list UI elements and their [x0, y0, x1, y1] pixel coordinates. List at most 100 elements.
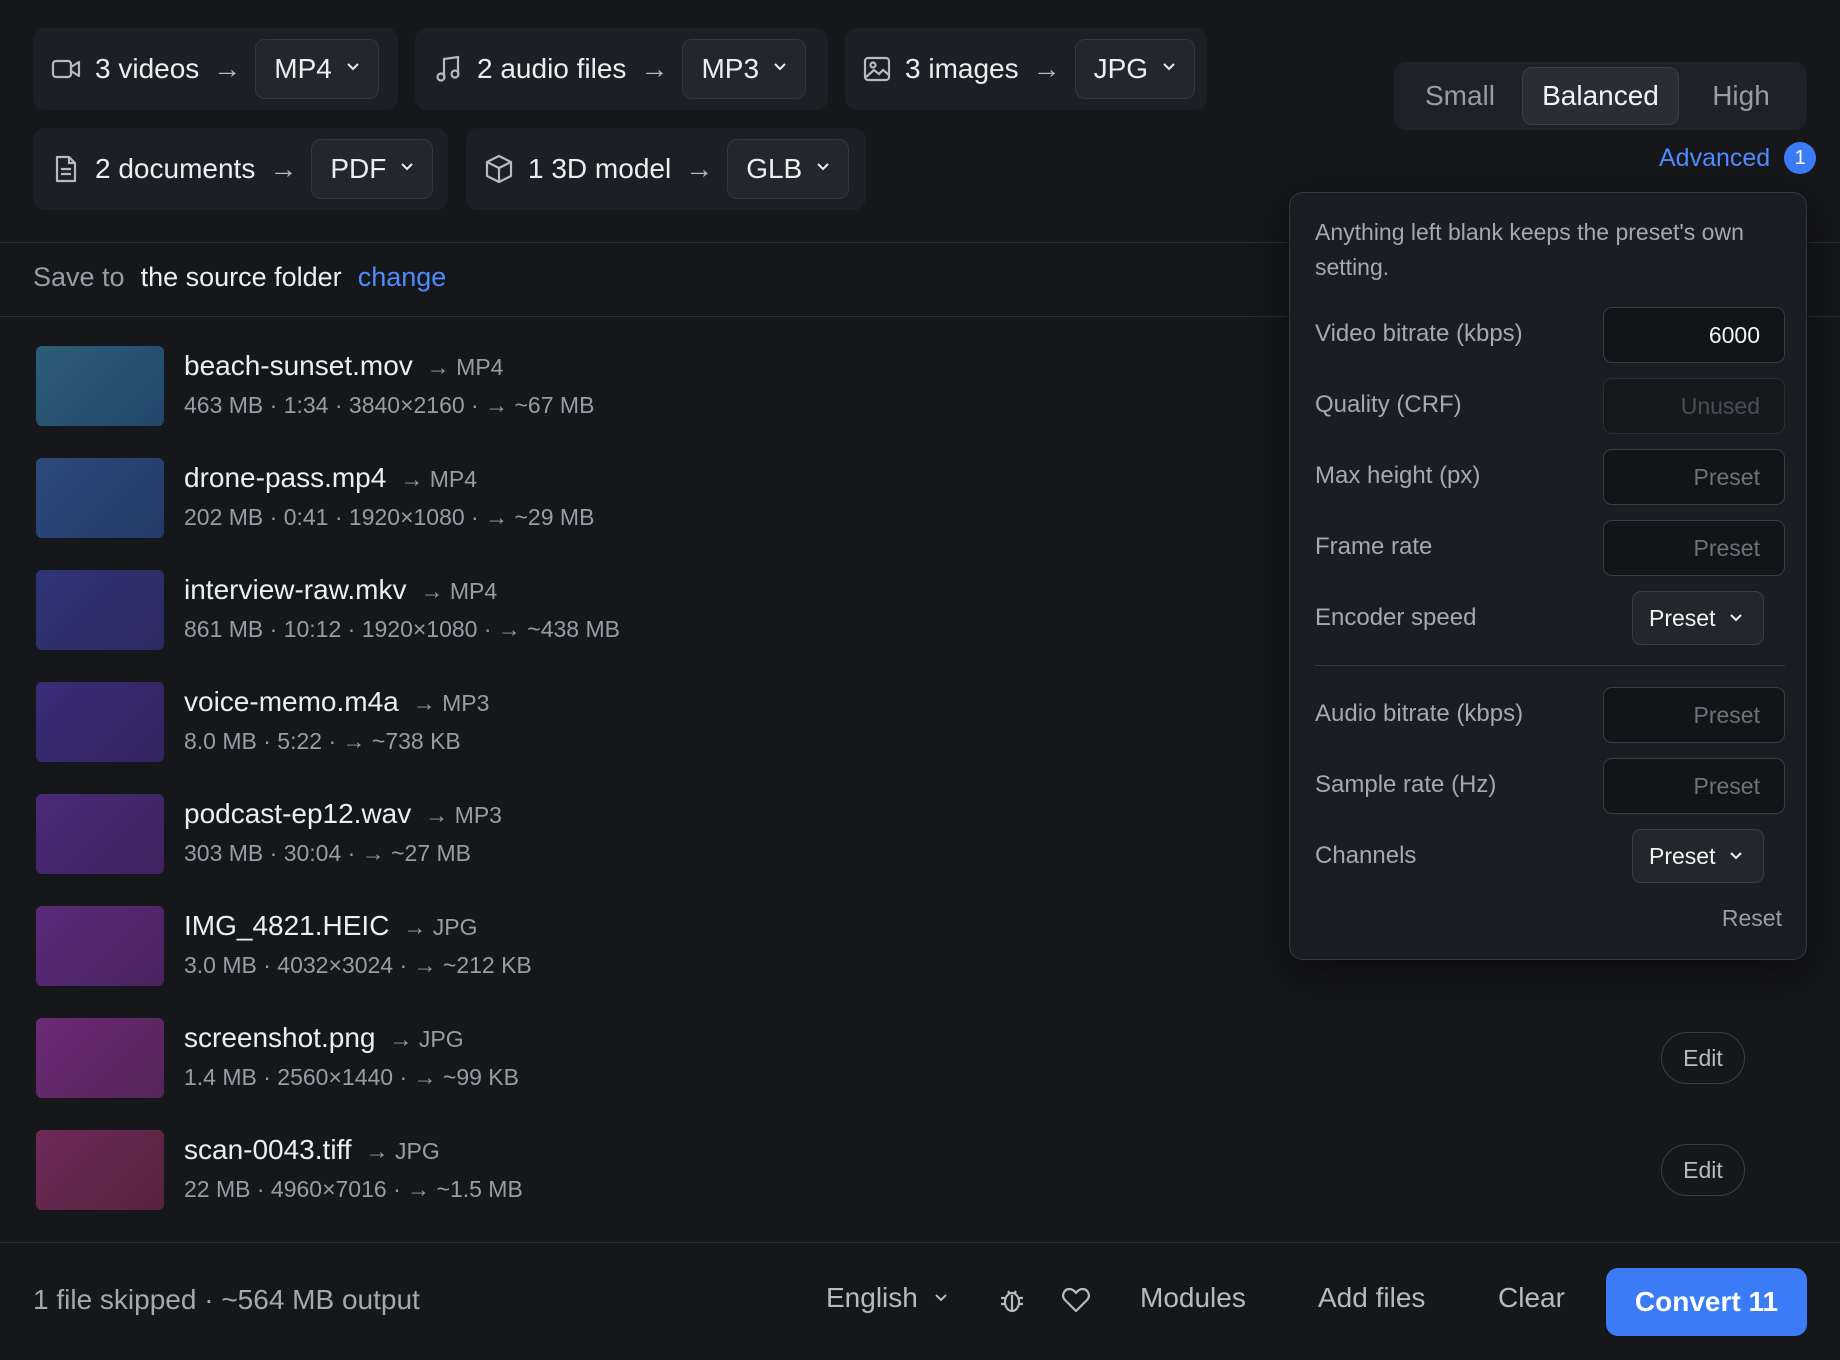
advanced-settings-popover: Anything left blank keeps the preset's o… [1289, 192, 1807, 960]
language-value: English [826, 1282, 918, 1313]
file-name-line: screenshot.png → JPG [184, 1022, 464, 1054]
audio-bitrate-input[interactable] [1603, 687, 1785, 743]
format-value: MP4 [274, 53, 332, 84]
file-target-format: → MP4 [400, 466, 478, 492]
quality-crf-input [1603, 378, 1785, 434]
language-select[interactable]: English [826, 1282, 948, 1314]
advanced-toggle[interactable]: Advanced 1 [1659, 142, 1817, 174]
group-videos: 3 videos → MP4 [33, 28, 398, 110]
file-thumbnail [36, 906, 164, 986]
format-value: MP3 [701, 53, 760, 84]
file-thumbnail [36, 1018, 164, 1098]
file-name: beach-sunset.mov [184, 350, 413, 381]
format-select-3d[interactable]: GLB [727, 139, 850, 199]
group-label: 2 audio files [477, 53, 627, 84]
save-location: the source folder [140, 262, 342, 292]
frame-rate-input[interactable] [1603, 520, 1785, 576]
file-target-format: → JPG [365, 1138, 440, 1164]
clear-button[interactable]: Clear [1498, 1282, 1565, 1314]
group-label: 3 images [905, 53, 1019, 84]
arrow-icon: → [213, 53, 242, 84]
file-target-format: → MP3 [425, 802, 502, 828]
row-audio-bitrate: Audio bitrate (kbps) [1315, 687, 1785, 743]
file-name: podcast-ep12.wav [184, 798, 412, 829]
image-icon [863, 54, 891, 84]
video-bitrate-label: Video bitrate (kbps) [1315, 320, 1523, 347]
chevron-down-icon [934, 1293, 948, 1303]
save-to-label: Save to [33, 262, 125, 292]
quality-option-high[interactable]: High [1679, 67, 1803, 125]
file-row[interactable]: screenshot.png → JPG 1.4 MB · 2560×1440 ·… [36, 1012, 1756, 1098]
file-target-format: → MP3 [412, 690, 490, 716]
chevron-down-icon [1729, 613, 1743, 623]
file-target-format: → JPG [389, 1026, 464, 1052]
format-value: GLB [746, 153, 803, 184]
file-thumbnail [36, 1130, 164, 1210]
file-thumbnail [36, 682, 164, 762]
document-icon [51, 154, 81, 184]
group-3d-models: 1 3D model → GLB [466, 128, 866, 210]
sample-rate-input[interactable] [1603, 758, 1785, 814]
popover-hint: Anything left blank keeps the preset's o… [1315, 219, 1744, 280]
file-target-format: → MP4 [420, 578, 498, 604]
cube-icon [484, 154, 514, 184]
video-camera-icon [51, 54, 81, 84]
row-video-bitrate: Video bitrate (kbps) [1315, 307, 1785, 363]
encoder-speed-value: Preset [1649, 604, 1716, 631]
file-name-line: beach-sunset.mov → MP4 [184, 350, 503, 382]
edit-button[interactable]: Edit [1661, 1032, 1745, 1084]
add-files-button[interactable]: Add files [1318, 1282, 1425, 1314]
file-meta: 303 MB · 30:04 · → ~27 MB [184, 840, 471, 866]
file-name-line: drone-pass.mp4 → MP4 [184, 462, 477, 494]
converter-app: 3 videos → MP4 2 audio files → MP3 3 ima… [0, 0, 1840, 1360]
group-images: 3 images → JPG [845, 28, 1207, 110]
reset-button[interactable]: Reset [1722, 905, 1782, 932]
bug-icon[interactable] [996, 1284, 1028, 1316]
file-name-line: IMG_4821.HEIC → JPG [184, 910, 478, 942]
format-value: PDF [330, 153, 387, 184]
heart-icon[interactable] [1060, 1284, 1092, 1316]
quality-segmented-control: Small Balanced High [1394, 62, 1807, 130]
file-thumbnail [36, 458, 164, 538]
frame-rate-label: Frame rate [1315, 533, 1433, 560]
audio-bitrate-label: Audio bitrate (kbps) [1315, 700, 1524, 727]
quality-option-small[interactable]: Small [1398, 67, 1522, 125]
row-channels: Channels Preset [1315, 829, 1785, 885]
advanced-label: Advanced [1659, 143, 1771, 172]
encoder-speed-label: Encoder speed [1315, 604, 1477, 631]
file-thumbnail [36, 570, 164, 650]
channels-select[interactable]: Preset [1632, 829, 1764, 883]
format-value: JPG [1093, 53, 1149, 84]
footer-status: 1 file skipped · ~564 MB output [33, 1284, 420, 1315]
chevron-down-icon [816, 162, 830, 176]
quality-crf-label: Quality (CRF) [1315, 391, 1462, 418]
chevron-down-icon [400, 162, 414, 176]
convert-button[interactable]: Convert 11 [1606, 1268, 1807, 1336]
video-bitrate-input[interactable] [1603, 307, 1785, 363]
file-name: drone-pass.mp4 [184, 462, 387, 493]
max-height-input[interactable] [1603, 449, 1785, 505]
row-encoder-speed: Encoder speed Preset [1315, 591, 1785, 647]
chevron-down-icon [773, 62, 787, 76]
encoder-speed-select[interactable]: Preset [1632, 591, 1764, 645]
file-target-format: → MP4 [426, 354, 504, 380]
edit-button[interactable]: Edit [1661, 1144, 1745, 1196]
row-frame-rate: Frame rate [1315, 520, 1785, 576]
format-select-audio[interactable]: MP3 [682, 39, 807, 99]
arrow-icon: → [640, 53, 669, 84]
file-name: interview-raw.mkv [184, 574, 407, 605]
format-select-images[interactable]: JPG [1074, 39, 1196, 99]
format-select-videos[interactable]: MP4 [255, 39, 379, 99]
file-meta: 22 MB · 4960×7016 · → ~1.5 MB [184, 1176, 523, 1202]
file-thumbnail [36, 346, 164, 426]
file-row[interactable]: scan-0043.tiff → JPG 22 MB · 4960×7016 · … [36, 1124, 1756, 1210]
change-location-link[interactable]: change [358, 262, 447, 293]
chevron-down-icon [1162, 62, 1176, 76]
channels-label: Channels [1315, 842, 1417, 869]
footer-bar: 1 file skipped · ~564 MB output English … [0, 1242, 1840, 1360]
quality-option-balanced[interactable]: Balanced [1522, 67, 1679, 125]
modules-button[interactable]: Modules [1140, 1282, 1246, 1314]
format-select-documents[interactable]: PDF [311, 139, 434, 199]
max-height-label: Max height (px) [1315, 462, 1481, 489]
chevron-down-icon [346, 62, 360, 76]
